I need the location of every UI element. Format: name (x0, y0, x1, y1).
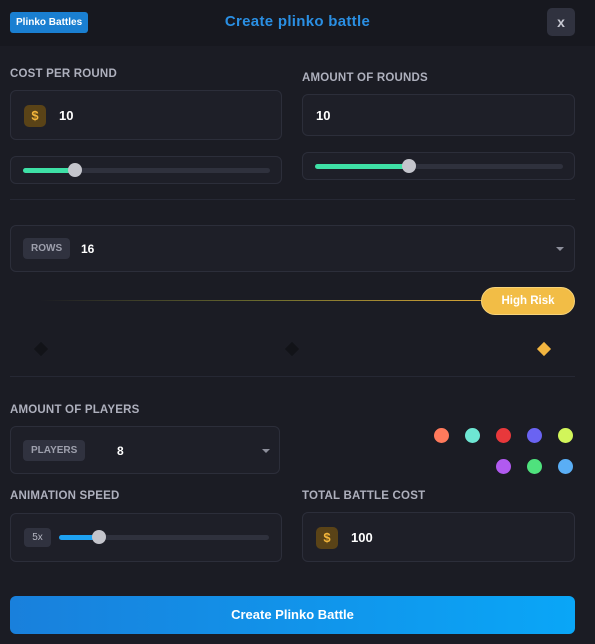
animation-speed-slider[interactable] (59, 530, 269, 544)
divider (10, 376, 575, 377)
risk-low-diamond[interactable] (33, 341, 49, 357)
rows-value: 16 (81, 242, 95, 256)
player-color-dot[interactable] (527, 459, 542, 474)
amount-of-rounds-label: AMOUNT OF ROUNDS (302, 72, 428, 84)
divider (10, 199, 575, 200)
rows-label-pill: ROWS (23, 238, 71, 259)
amount-of-rounds-slider-container (302, 152, 575, 180)
coin-icon: $ (316, 527, 338, 549)
close-button[interactable]: x (547, 8, 575, 36)
player-color-dot[interactable] (558, 428, 573, 443)
cost-per-round-slider-container (10, 156, 282, 184)
total-battle-cost-field: $ 100 (302, 512, 575, 562)
chevron-down-icon (556, 247, 564, 251)
cost-per-round-label: COST PER ROUND (10, 68, 117, 80)
amount-of-rounds-slider-handle[interactable] (402, 159, 416, 173)
modal-title: Create plinko battle (224, 13, 371, 30)
rows-select[interactable]: ROWS 16 (10, 225, 575, 272)
total-battle-cost-value: 100 (351, 530, 373, 545)
players-value: 8 (117, 444, 124, 458)
amount-of-rounds-slider[interactable] (315, 159, 563, 173)
cost-per-round-value: 10 (59, 108, 74, 123)
cost-per-round-input[interactable]: $ 10 (10, 90, 282, 140)
player-color-dot[interactable] (496, 459, 511, 474)
amount-of-rounds-value: 10 (316, 108, 331, 123)
animation-speed-slider-handle[interactable] (92, 530, 106, 544)
amount-of-rounds-slider-fill (315, 164, 409, 169)
amount-of-rounds-input[interactable]: 10 (302, 94, 575, 136)
players-label-pill: PLAYERS (23, 440, 86, 461)
player-color-dot[interactable] (527, 428, 542, 443)
player-color-dot[interactable] (558, 459, 573, 474)
modal-header: Plinko Battles Create plinko battle x (0, 0, 595, 46)
risk-medium-diamond[interactable] (284, 341, 300, 357)
animation-speed-value: 5x (24, 528, 51, 547)
risk-high-diamond[interactable] (536, 341, 552, 357)
amount-of-players-label: AMOUNT OF PLAYERS (10, 404, 140, 416)
chevron-down-icon (262, 449, 270, 453)
player-color-dot[interactable] (465, 428, 480, 443)
cost-per-round-slider-handle[interactable] (68, 163, 82, 177)
risk-track (40, 300, 485, 301)
animation-speed-label: ANIMATION SPEED (10, 490, 120, 502)
cost-per-round-slider[interactable] (23, 163, 270, 177)
players-select[interactable]: PLAYERS 8 (10, 426, 280, 474)
create-plinko-battle-button[interactable]: Create Plinko Battle (10, 596, 575, 634)
total-battle-cost-label: TOTAL BATTLE COST (302, 490, 426, 502)
player-color-dot[interactable] (434, 428, 449, 443)
high-risk-button[interactable]: High Risk (481, 287, 575, 315)
coin-icon: $ (24, 105, 46, 127)
player-color-dot[interactable] (496, 428, 511, 443)
